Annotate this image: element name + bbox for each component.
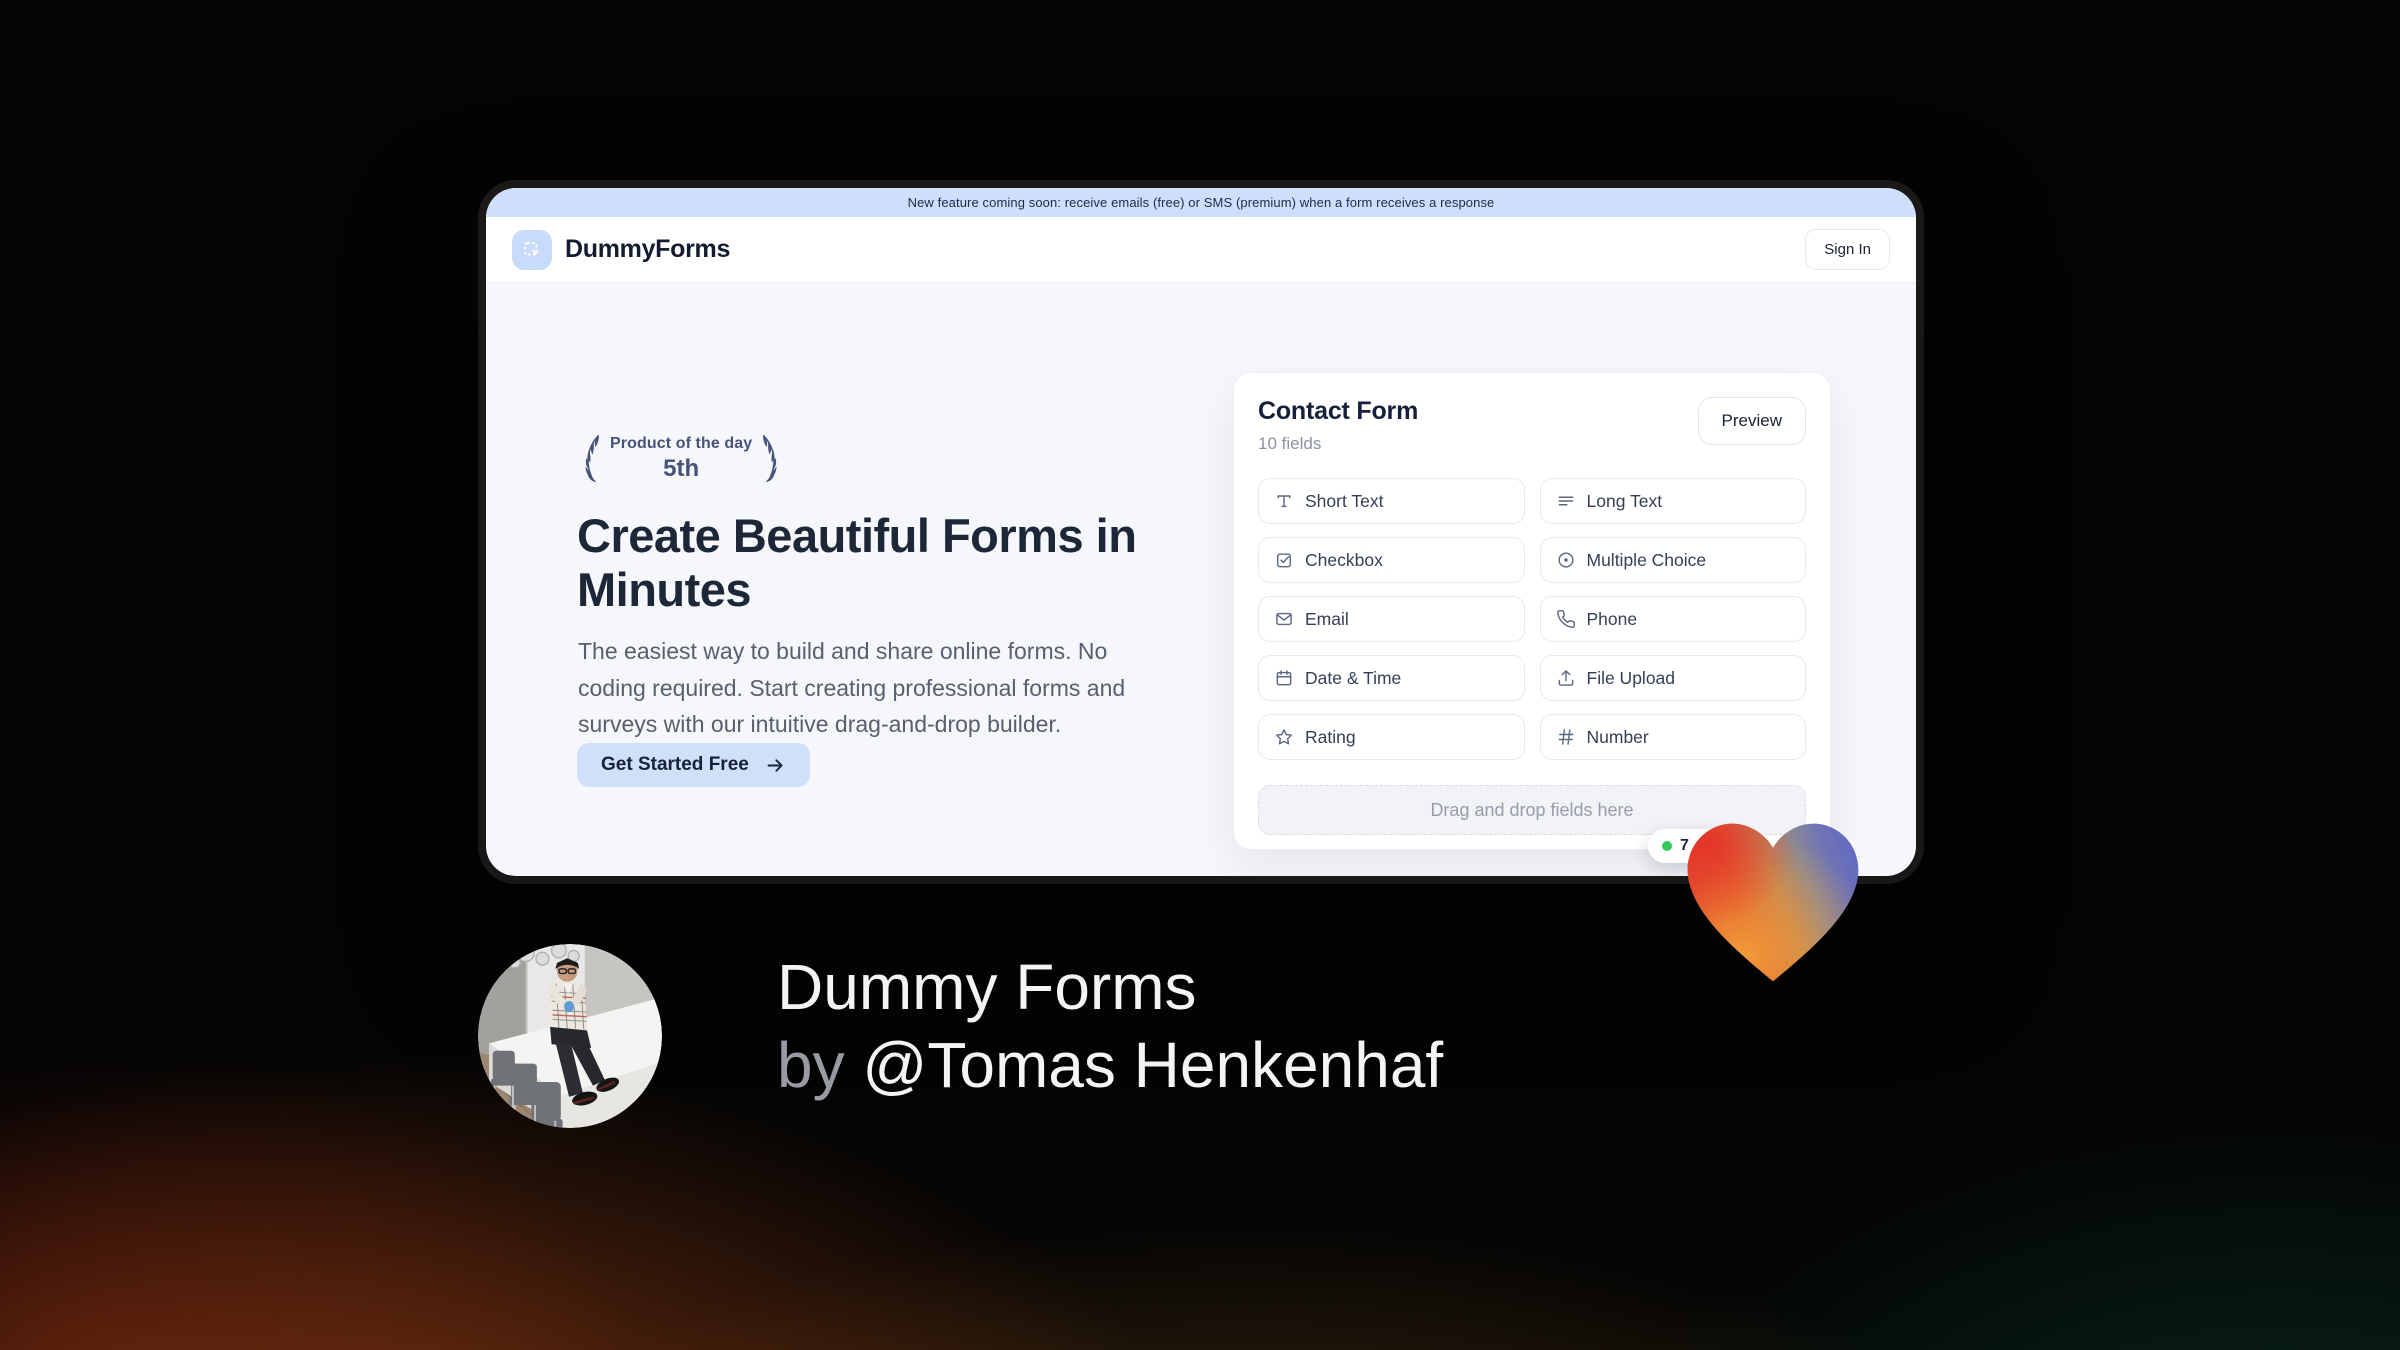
field-button-long-text[interactable]: Long Text [1539,478,1806,524]
badge-rank: 5th [663,455,700,482]
sign-in-button[interactable]: Sign In [1805,229,1890,270]
phone-icon [1556,609,1576,629]
badge-title: Product of the day [610,435,753,452]
hero-headline: Create Beautiful Forms in Minutes [577,509,1137,616]
field-button-email[interactable]: Email [1258,596,1525,642]
field-button-number[interactable]: Number [1539,714,1806,760]
radio-icon [1556,550,1576,570]
field-button-short-text[interactable]: Short Text [1258,478,1525,524]
arrow-right-icon [767,758,783,772]
hash-icon [1556,727,1576,747]
announcement-banner: New feature coming soon: receive emails … [486,188,1916,217]
form-builder-card: Contact Form 10 fields Preview Short Tex… [1233,372,1831,863]
preview-button[interactable]: Preview [1697,397,1806,445]
brand-name: DummyForms [565,235,731,263]
get-started-button[interactable]: Get Started Free [577,743,810,787]
credit-text: Dummy Forms by @Tomas Henkenhaf [777,948,1443,1104]
calendar-icon [1274,668,1294,688]
hero-description: The easiest way to build and share onlin… [578,638,1126,737]
form-title: Contact Form [1258,397,1419,425]
long-text-icon [1556,491,1576,511]
laurel-right-icon [763,435,777,483]
email-icon [1274,609,1294,629]
upload-icon [1556,668,1576,688]
field-grid: Short Text Long Text Checkbox Multiple C… [1258,478,1806,760]
author-avatar [478,944,662,1128]
field-button-file-upload[interactable]: File Upload [1539,655,1806,701]
form-field-count: 10 fields [1258,434,1322,453]
top-nav: DummyForms Sign In [486,217,1916,283]
landing-body: Product of the day 5th Create Beautiful … [486,283,1916,876]
laurel-left-icon [585,435,599,483]
credit-byline-prefix: by [777,1029,863,1101]
short-text-icon [1274,491,1294,511]
star-icon [1274,727,1294,747]
credit-byline-handle: @Tomas Henkenhaf [862,1029,1444,1101]
drag-drop-label: Drag and drop fields here [1430,799,1634,820]
browser-window: New feature coming soon: receive emails … [486,188,1916,876]
brand-link[interactable]: DummyForms [512,229,731,270]
brand-logo-icon [512,229,552,270]
field-button-phone[interactable]: Phone [1539,596,1806,642]
field-button-date-time[interactable]: Date & Time [1258,655,1525,701]
announcement-text: New feature coming soon: receive emails … [907,195,1495,210]
field-button-rating[interactable]: Rating [1258,714,1525,760]
field-button-checkbox[interactable]: Checkbox [1258,537,1525,583]
get-started-label: Get Started Free [601,754,749,775]
checkbox-icon [1274,550,1294,570]
status-green-dot-icon [1662,841,1672,851]
product-of-the-day-badge: Product of the day 5th [574,433,788,485]
field-button-multiple-choice[interactable]: Multiple Choice [1539,537,1806,583]
heart-icon [1687,823,1859,982]
credit-title: Dummy Forms [777,951,1197,1023]
